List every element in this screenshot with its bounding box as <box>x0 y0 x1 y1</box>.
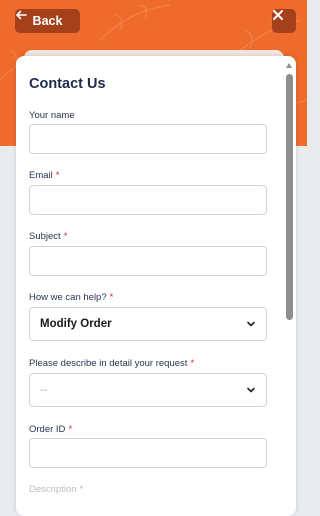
chevron-down-icon <box>247 387 255 393</box>
required-marker: * <box>190 358 195 369</box>
details-label: Please describe in detail your request * <box>29 358 195 369</box>
required-marker: * <box>55 170 60 181</box>
subject-input[interactable] <box>29 246 267 276</box>
arrow-left-icon <box>16 10 27 20</box>
order-id-input[interactable] <box>29 438 267 468</box>
required-marker: * <box>109 292 114 303</box>
email-input[interactable] <box>29 185 267 215</box>
required-marker: * <box>79 484 84 495</box>
scrollbar-thumb[interactable] <box>286 74 293 320</box>
details-select-value: -- <box>40 384 47 396</box>
order-id-label: Order ID * <box>29 424 73 435</box>
close-icon <box>273 10 283 20</box>
details-select[interactable]: -- <box>29 373 267 407</box>
close-button[interactable] <box>272 9 296 33</box>
name-input[interactable] <box>29 124 267 154</box>
required-marker: * <box>63 231 68 242</box>
email-label: Email * <box>29 170 60 181</box>
scroll-up-arrow[interactable] <box>286 63 292 68</box>
help-select-value: Modify Order <box>40 318 112 330</box>
name-label: Your name <box>29 110 75 121</box>
help-label: How we can help? * <box>29 292 114 303</box>
chevron-down-icon <box>247 321 255 327</box>
back-button[interactable]: Back <box>15 9 80 33</box>
help-select[interactable]: Modify Order <box>29 307 267 341</box>
subject-label: Subject * <box>29 231 68 242</box>
required-marker: * <box>68 424 73 435</box>
contact-form-card: Contact Us Your name Email * Subject * How… <box>16 56 296 516</box>
form-title: Contact Us <box>29 76 106 92</box>
description-label: Description * <box>29 484 84 495</box>
back-label: Back <box>32 14 63 28</box>
